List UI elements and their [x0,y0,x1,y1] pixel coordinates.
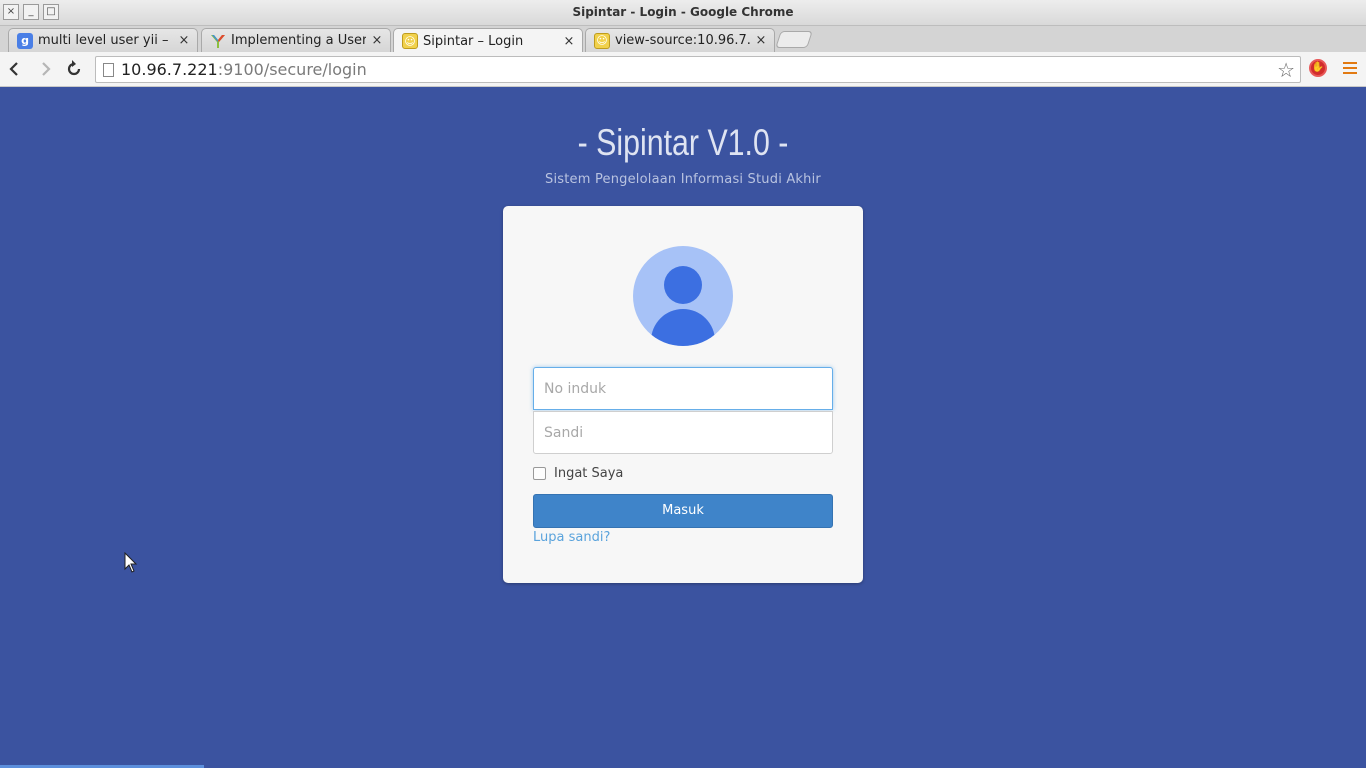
back-button[interactable] [5,59,25,79]
tab-label: Sipintar – Login [423,33,524,49]
window-title: Sipintar - Login - Google Chrome [572,5,794,19]
forward-arrow-icon [42,62,51,76]
close-icon[interactable]: × [177,33,191,48]
remember-checkbox[interactable] [533,467,546,480]
adblock-extension-icon[interactable]: ✋ [1309,59,1327,77]
url-path: :9100/secure/login [217,60,367,79]
tab-label: multi level user yii – G [38,33,173,48]
forward-button[interactable] [35,59,55,79]
login-card: Ingat Saya Masuk Lupa sandi? [503,206,863,583]
username-input[interactable] [533,367,833,410]
remember-me[interactable]: Ingat Saya [533,466,623,481]
back-arrow-icon [9,62,18,76]
yii-icon [210,33,226,49]
password-input[interactable] [533,411,833,454]
window-titlebar: × _ □ Sipintar - Login - Google Chrome [0,0,1366,26]
address-bar[interactable]: 10.96.7.221:9100/secure/login ☆ [95,56,1301,83]
new-tab-button[interactable] [775,31,813,48]
forgot-password-link[interactable]: Lupa sandi? [533,530,610,545]
user-avatar-icon [633,246,733,346]
app-subtitle: Sistem Pengelolaan Informasi Studi Akhir [545,172,821,187]
bookmark-star-icon[interactable]: ☆ [1277,58,1295,82]
reload-icon [67,60,81,76]
sipintar-icon: ☺ [402,33,418,49]
close-icon[interactable]: × [562,34,576,49]
tab-view-source[interactable]: ☺ view-source:10.96.7.2 × [585,28,775,52]
tab-label: view-source:10.96.7.2 [615,33,750,48]
reload-button[interactable] [64,59,84,79]
tab-google-search[interactable]: g multi level user yii – G × [8,28,198,52]
page-icon [103,63,114,77]
app-title: - Sipintar V1.0 - [577,122,789,163]
tab-sipintar-login[interactable]: ☺ Sipintar – Login × [393,28,583,53]
tab-strip: g multi level user yii – G × Implementin… [0,26,1366,53]
google-icon: g [17,32,33,49]
tab-label: Implementing a User L [231,33,366,48]
sipintar-icon: ☺ [594,32,610,49]
tab-yii-article[interactable]: Implementing a User L × [201,28,391,52]
remember-label[interactable]: Ingat Saya [554,466,623,481]
url-host: 10.96.7.221 [121,60,218,79]
close-icon[interactable]: × [370,33,384,48]
login-button[interactable]: Masuk [533,494,833,528]
close-icon[interactable]: × [754,33,768,48]
chrome-menu-icon[interactable] [1342,60,1358,76]
mouse-cursor-icon [124,552,138,573]
url-text[interactable]: 10.96.7.221:9100/secure/login [121,60,367,79]
browser-toolbar: 10.96.7.221:9100/secure/login ☆ [0,52,1366,87]
